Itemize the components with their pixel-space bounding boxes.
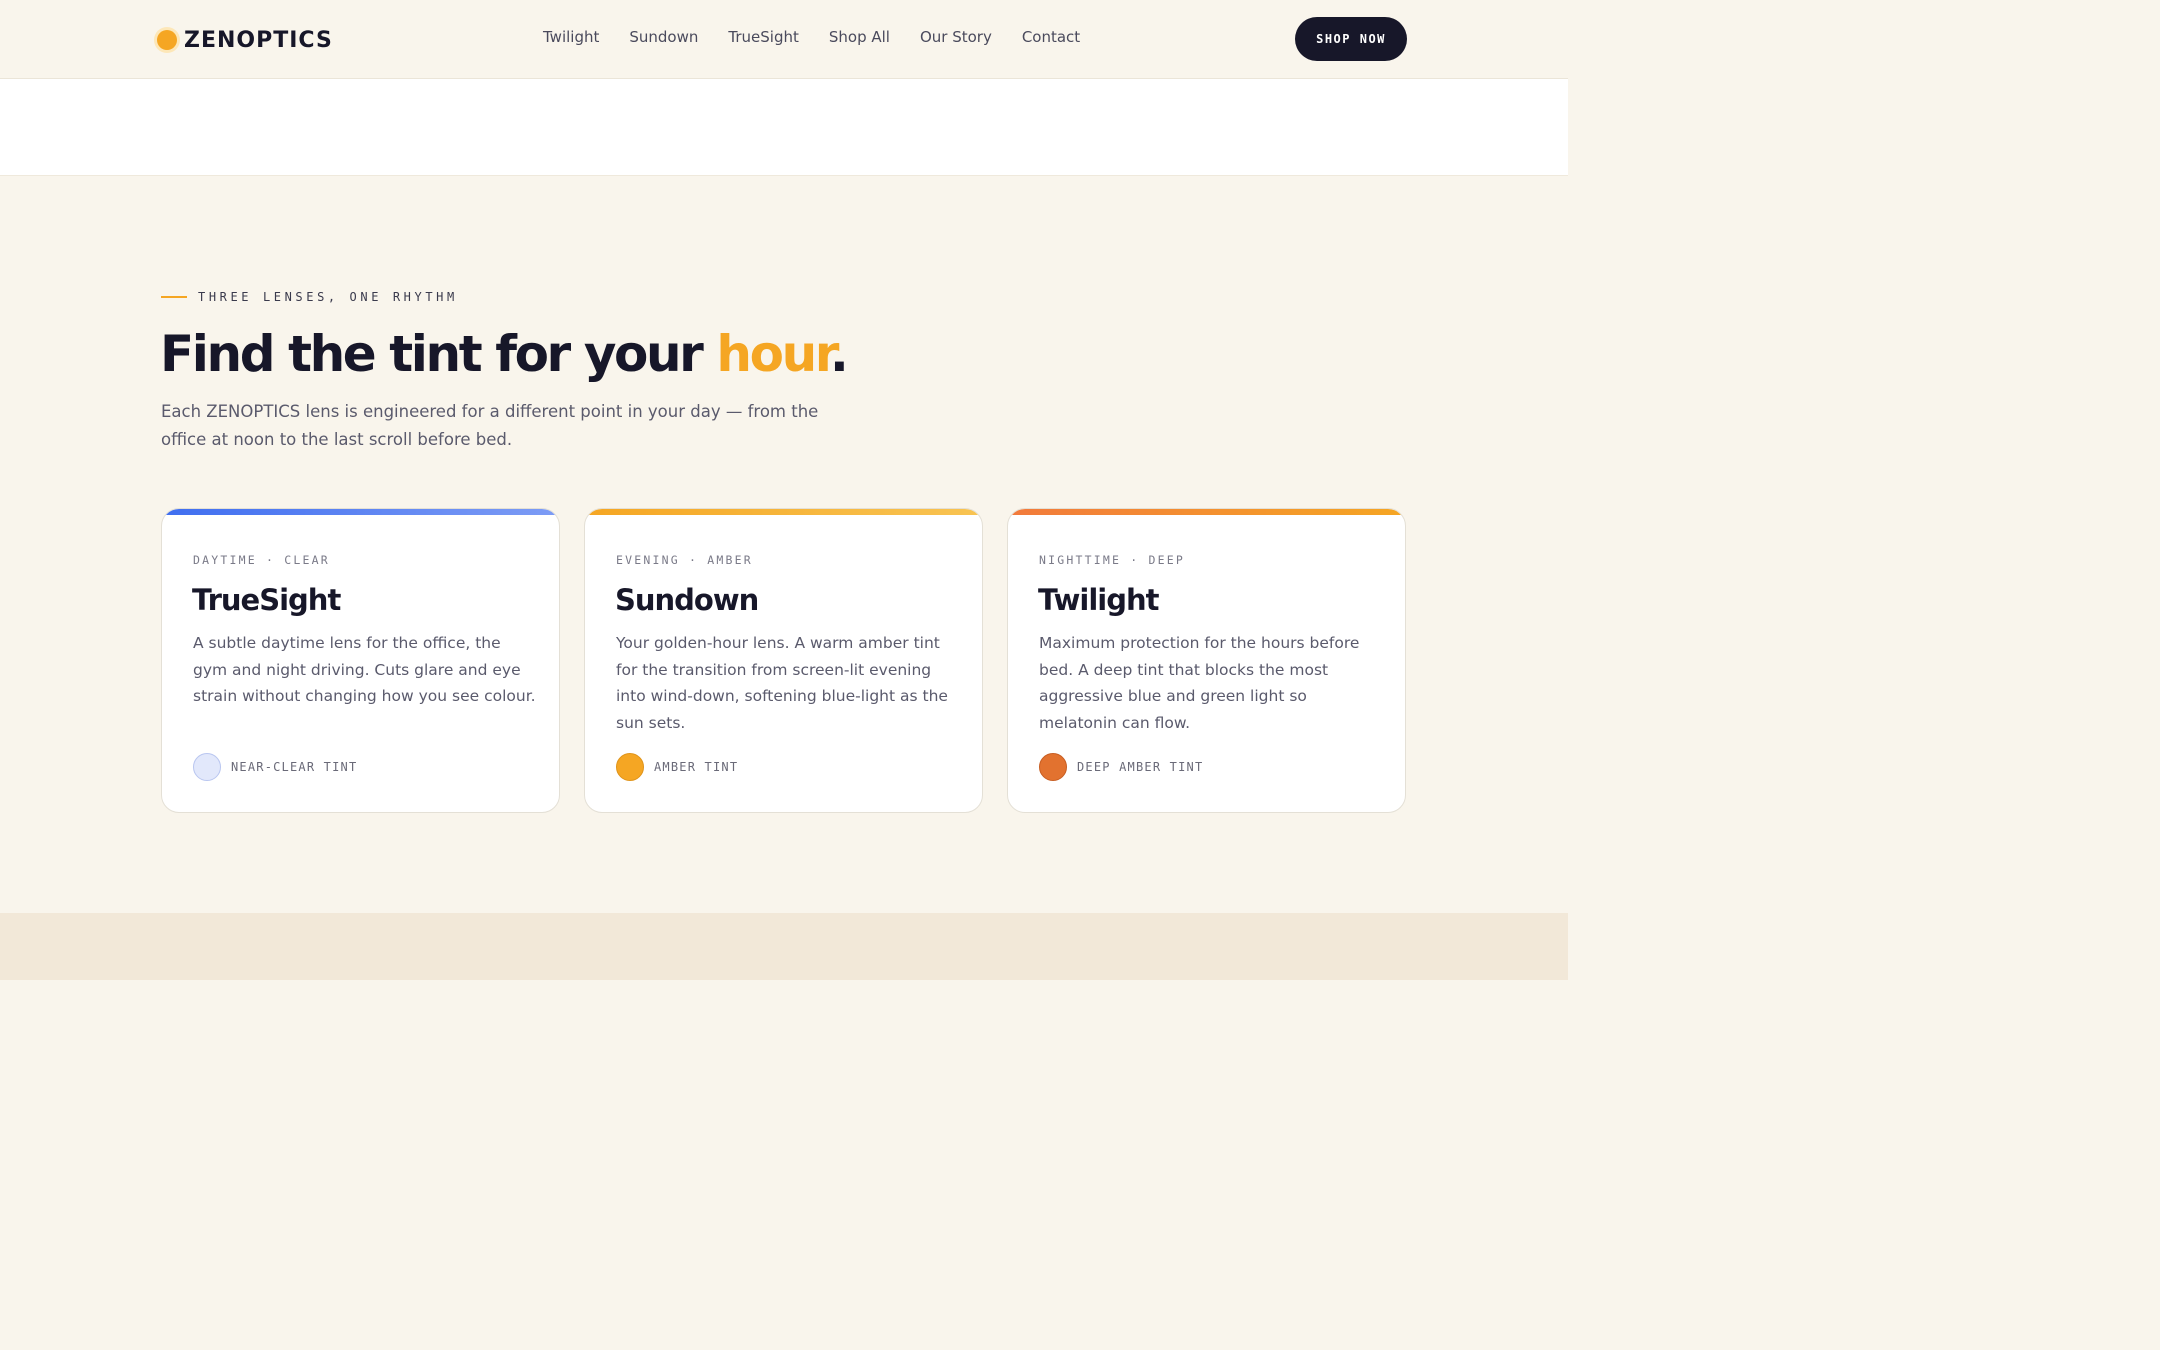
tint-label: DEEP AMBER TINT xyxy=(1077,760,1204,774)
section-headline: Find the tint for your hour. xyxy=(160,322,849,386)
tint-label: AMBER TINT xyxy=(654,760,739,774)
lens-card-twilight[interactable]: NIGHTTIME · DEEP Twilight Maximum protec… xyxy=(1007,508,1406,813)
site-header: ZENOPTICS Twilight Sundown TrueSight Sho… xyxy=(0,0,1568,79)
card-tag: DAYTIME · CLEAR xyxy=(193,553,330,567)
lens-card-truesight[interactable]: DAYTIME · CLEAR TrueSight A subtle dayti… xyxy=(161,508,560,813)
next-section-band xyxy=(0,913,1568,980)
nav-item-truesight[interactable]: TrueSight xyxy=(728,28,798,46)
card-tag: NIGHTTIME · DEEP xyxy=(1039,553,1185,567)
tint-swatch-icon xyxy=(1039,753,1067,781)
sun-logo-icon xyxy=(157,30,177,50)
card-accent-bar xyxy=(1008,509,1405,515)
headline-period: . xyxy=(829,325,849,383)
section-lede: Each ZENOPTICS lens is engineered for a … xyxy=(161,402,819,449)
logo[interactable]: ZENOPTICS xyxy=(157,27,333,53)
nav-item-our-story[interactable]: Our Story xyxy=(920,28,992,46)
page: ZENOPTICS Twilight Sundown TrueSight Sho… xyxy=(0,0,1568,980)
tint-indicator: AMBER TINT xyxy=(616,753,738,781)
tint-swatch-icon xyxy=(193,753,221,781)
card-accent-bar xyxy=(162,509,559,515)
logo-text: ZENOPTICS xyxy=(184,27,333,53)
card-accent-bar xyxy=(585,509,982,515)
headline-accent: hour xyxy=(716,325,832,383)
card-description: A subtle daytime lens for the office, th… xyxy=(193,634,536,705)
card-title: TrueSight xyxy=(192,583,341,617)
tint-swatch-icon xyxy=(616,753,644,781)
nav-item-twilight[interactable]: Twilight xyxy=(543,28,599,46)
nav-item-shop-all[interactable]: Shop All xyxy=(829,28,890,46)
nav-item-sundown[interactable]: Sundown xyxy=(629,28,698,46)
card-description: Your golden-hour lens. A warm amber tint… xyxy=(616,634,948,732)
hero-band xyxy=(0,79,1568,176)
eyebrow-text: THREE LENSES, ONE RHYTHM xyxy=(198,290,458,304)
card-tag: EVENING · AMBER xyxy=(616,553,753,567)
card-title: Sundown xyxy=(615,583,759,617)
lens-card-sundown[interactable]: EVENING · AMBER Sundown Your golden-hour… xyxy=(584,508,983,813)
headline-text: Find the tint for your xyxy=(160,325,717,383)
main-nav: Twilight Sundown TrueSight Shop All Our … xyxy=(543,28,1110,46)
card-description: Maximum protection for the hours before … xyxy=(1039,634,1360,732)
section-eyebrow: THREE LENSES, ONE RHYTHM xyxy=(161,290,458,304)
shop-now-button[interactable]: SHOP NOW xyxy=(1295,17,1407,61)
eyebrow-rule xyxy=(161,296,187,298)
tint-label: NEAR-CLEAR TINT xyxy=(231,760,358,774)
card-title: Twilight xyxy=(1038,583,1159,617)
lenses-section: THREE LENSES, ONE RHYTHM Find the tint f… xyxy=(0,176,1568,913)
nav-item-contact[interactable]: Contact xyxy=(1022,28,1080,46)
tint-indicator: NEAR-CLEAR TINT xyxy=(193,753,357,781)
tint-indicator: DEEP AMBER TINT xyxy=(1039,753,1203,781)
